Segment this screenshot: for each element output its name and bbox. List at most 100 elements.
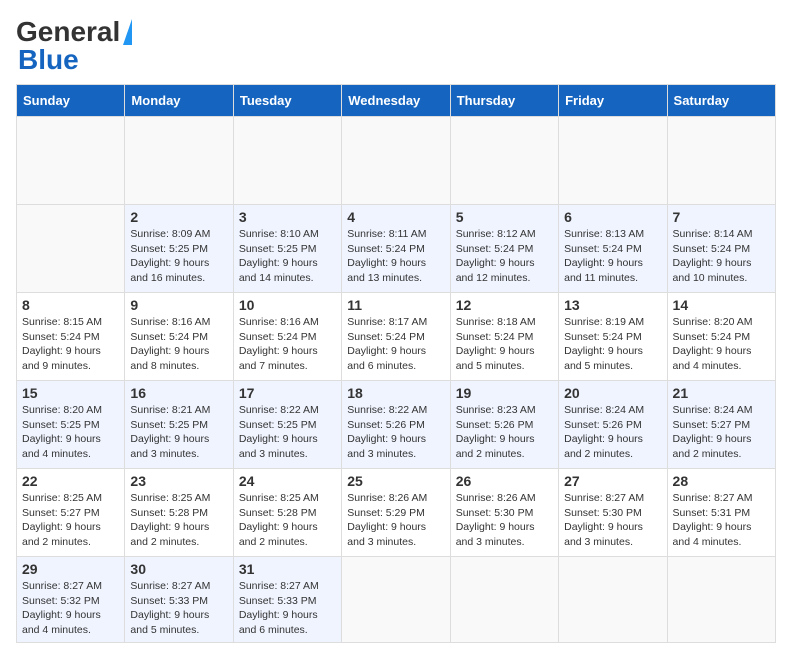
day-number: 7 — [673, 209, 770, 225]
day-info: Sunrise: 8:17 AMSunset: 5:24 PMDaylight:… — [347, 315, 444, 374]
calendar-cell: 14 Sunrise: 8:20 AMSunset: 5:24 PMDayligh… — [667, 293, 775, 381]
calendar-cell: 11 Sunrise: 8:17 AMSunset: 5:24 PMDayligh… — [342, 293, 450, 381]
day-number: 5 — [456, 209, 553, 225]
day-info: Sunrise: 8:16 AMSunset: 5:24 PMDaylight:… — [130, 315, 227, 374]
day-info: Sunrise: 8:09 AMSunset: 5:25 PMDaylight:… — [130, 227, 227, 286]
day-number: 2 — [130, 209, 227, 225]
calendar-cell: 25Sunrise: 8:26 AMSunset: 5:29 PMDayligh… — [342, 469, 450, 557]
calendar-week-row: 29 Sunrise: 8:27 AMSunset: 5:32 PMDayligh… — [17, 557, 776, 643]
day-info: Sunrise: 8:24 AMSunset: 5:27 PMDaylight:… — [673, 403, 770, 462]
calendar-cell: 8Sunrise: 8:15 AMSunset: 5:24 PMDaylight… — [17, 293, 125, 381]
calendar-cell: 24 Sunrise: 8:25 AMSunset: 5:28 PMDayligh… — [233, 469, 341, 557]
calendar-week-row: 2 Sunrise: 8:09 AMSunset: 5:25 PMDaylight… — [17, 205, 776, 293]
calendar-cell: 22Sunrise: 8:25 AMSunset: 5:27 PMDayligh… — [17, 469, 125, 557]
day-number: 21 — [673, 385, 770, 401]
calendar-table: SundayMondayTuesdayWednesdayThursdayFrid… — [16, 84, 776, 643]
calendar-cell: 30 Sunrise: 8:27 AMSunset: 5:33 PMDayligh… — [125, 557, 233, 643]
calendar-cell — [667, 557, 775, 643]
calendar-week-row: 8Sunrise: 8:15 AMSunset: 5:24 PMDaylight… — [17, 293, 776, 381]
calendar-cell — [667, 117, 775, 205]
calendar-week-row — [17, 117, 776, 205]
day-info: Sunrise: 8:22 AMSunset: 5:26 PMDaylight:… — [347, 403, 444, 462]
day-number: 9 — [130, 297, 227, 313]
calendar-header-row: SundayMondayTuesdayWednesdayThursdayFrid… — [17, 85, 776, 117]
day-number: 17 — [239, 385, 336, 401]
day-info: Sunrise: 8:20 AMSunset: 5:24 PMDaylight:… — [673, 315, 770, 374]
calendar-cell: 12 Sunrise: 8:18 AMSunset: 5:24 PMDayligh… — [450, 293, 558, 381]
logo-blue: Blue — [18, 44, 79, 76]
column-header-tuesday: Tuesday — [233, 85, 341, 117]
calendar-cell: 9 Sunrise: 8:16 AMSunset: 5:24 PMDaylight… — [125, 293, 233, 381]
day-number: 13 — [564, 297, 661, 313]
day-info: Sunrise: 8:12 AMSunset: 5:24 PMDaylight:… — [456, 227, 553, 286]
day-number: 6 — [564, 209, 661, 225]
calendar-cell: 10 Sunrise: 8:16 AMSunset: 5:24 PMDayligh… — [233, 293, 341, 381]
day-info: Sunrise: 8:26 AMSunset: 5:29 PMDaylight:… — [347, 491, 444, 550]
day-number: 11 — [347, 297, 444, 313]
day-number: 31 — [239, 561, 336, 577]
calendar-cell: 18Sunrise: 8:22 AMSunset: 5:26 PMDayligh… — [342, 381, 450, 469]
day-number: 22 — [22, 473, 119, 489]
day-info: Sunrise: 8:27 AMSunset: 5:31 PMDaylight:… — [673, 491, 770, 550]
calendar-week-row: 22Sunrise: 8:25 AMSunset: 5:27 PMDayligh… — [17, 469, 776, 557]
calendar-cell — [450, 557, 558, 643]
calendar-cell: 17 Sunrise: 8:22 AMSunset: 5:25 PMDayligh… — [233, 381, 341, 469]
day-info: Sunrise: 8:27 AMSunset: 5:33 PMDaylight:… — [239, 579, 336, 638]
day-info: Sunrise: 8:19 AMSunset: 5:24 PMDaylight:… — [564, 315, 661, 374]
day-info: Sunrise: 8:25 AMSunset: 5:28 PMDaylight:… — [239, 491, 336, 550]
calendar-cell: 15Sunrise: 8:20 AMSunset: 5:25 PMDayligh… — [17, 381, 125, 469]
calendar-cell — [559, 557, 667, 643]
calendar-cell — [559, 117, 667, 205]
day-number: 3 — [239, 209, 336, 225]
day-info: Sunrise: 8:14 AMSunset: 5:24 PMDaylight:… — [673, 227, 770, 286]
calendar-cell — [342, 557, 450, 643]
day-info: Sunrise: 8:18 AMSunset: 5:24 PMDaylight:… — [456, 315, 553, 374]
day-info: Sunrise: 8:27 AMSunset: 5:32 PMDaylight:… — [22, 579, 119, 638]
calendar-week-row: 15Sunrise: 8:20 AMSunset: 5:25 PMDayligh… — [17, 381, 776, 469]
day-info: Sunrise: 8:24 AMSunset: 5:26 PMDaylight:… — [564, 403, 661, 462]
day-number: 16 — [130, 385, 227, 401]
logo-triangle-icon — [123, 19, 132, 45]
day-info: Sunrise: 8:25 AMSunset: 5:28 PMDaylight:… — [130, 491, 227, 550]
day-number: 29 — [22, 561, 119, 577]
page-header: General Blue — [16, 16, 776, 76]
calendar-cell: 28 Sunrise: 8:27 AMSunset: 5:31 PMDayligh… — [667, 469, 775, 557]
calendar-cell — [233, 117, 341, 205]
calendar-cell — [342, 117, 450, 205]
calendar-cell: 4Sunrise: 8:11 AMSunset: 5:24 PMDaylight… — [342, 205, 450, 293]
day-info: Sunrise: 8:22 AMSunset: 5:25 PMDaylight:… — [239, 403, 336, 462]
day-number: 12 — [456, 297, 553, 313]
calendar-cell: 31 Sunrise: 8:27 AMSunset: 5:33 PMDayligh… — [233, 557, 341, 643]
day-number: 14 — [673, 297, 770, 313]
day-number: 30 — [130, 561, 227, 577]
calendar-cell: 19Sunrise: 8:23 AMSunset: 5:26 PMDayligh… — [450, 381, 558, 469]
column-header-saturday: Saturday — [667, 85, 775, 117]
calendar-cell: 2 Sunrise: 8:09 AMSunset: 5:25 PMDaylight… — [125, 205, 233, 293]
day-number: 10 — [239, 297, 336, 313]
calendar-cell — [125, 117, 233, 205]
column-header-friday: Friday — [559, 85, 667, 117]
calendar-cell — [17, 205, 125, 293]
day-info: Sunrise: 8:10 AMSunset: 5:25 PMDaylight:… — [239, 227, 336, 286]
day-number: 28 — [673, 473, 770, 489]
logo: General Blue — [16, 16, 132, 76]
column-header-monday: Monday — [125, 85, 233, 117]
day-info: Sunrise: 8:16 AMSunset: 5:24 PMDaylight:… — [239, 315, 336, 374]
calendar-cell — [17, 117, 125, 205]
calendar-cell: 6 Sunrise: 8:13 AMSunset: 5:24 PMDaylight… — [559, 205, 667, 293]
column-header-wednesday: Wednesday — [342, 85, 450, 117]
day-number: 26 — [456, 473, 553, 489]
day-number: 24 — [239, 473, 336, 489]
column-header-thursday: Thursday — [450, 85, 558, 117]
day-info: Sunrise: 8:15 AMSunset: 5:24 PMDaylight:… — [22, 315, 119, 374]
day-number: 4 — [347, 209, 444, 225]
calendar-cell: 13 Sunrise: 8:19 AMSunset: 5:24 PMDayligh… — [559, 293, 667, 381]
day-info: Sunrise: 8:13 AMSunset: 5:24 PMDaylight:… — [564, 227, 661, 286]
day-number: 19 — [456, 385, 553, 401]
day-number: 27 — [564, 473, 661, 489]
calendar-cell: 3 Sunrise: 8:10 AMSunset: 5:25 PMDaylight… — [233, 205, 341, 293]
calendar-cell: 16Sunrise: 8:21 AMSunset: 5:25 PMDayligh… — [125, 381, 233, 469]
day-info: Sunrise: 8:27 AMSunset: 5:33 PMDaylight:… — [130, 579, 227, 638]
calendar-cell — [450, 117, 558, 205]
day-info: Sunrise: 8:26 AMSunset: 5:30 PMDaylight:… — [456, 491, 553, 550]
